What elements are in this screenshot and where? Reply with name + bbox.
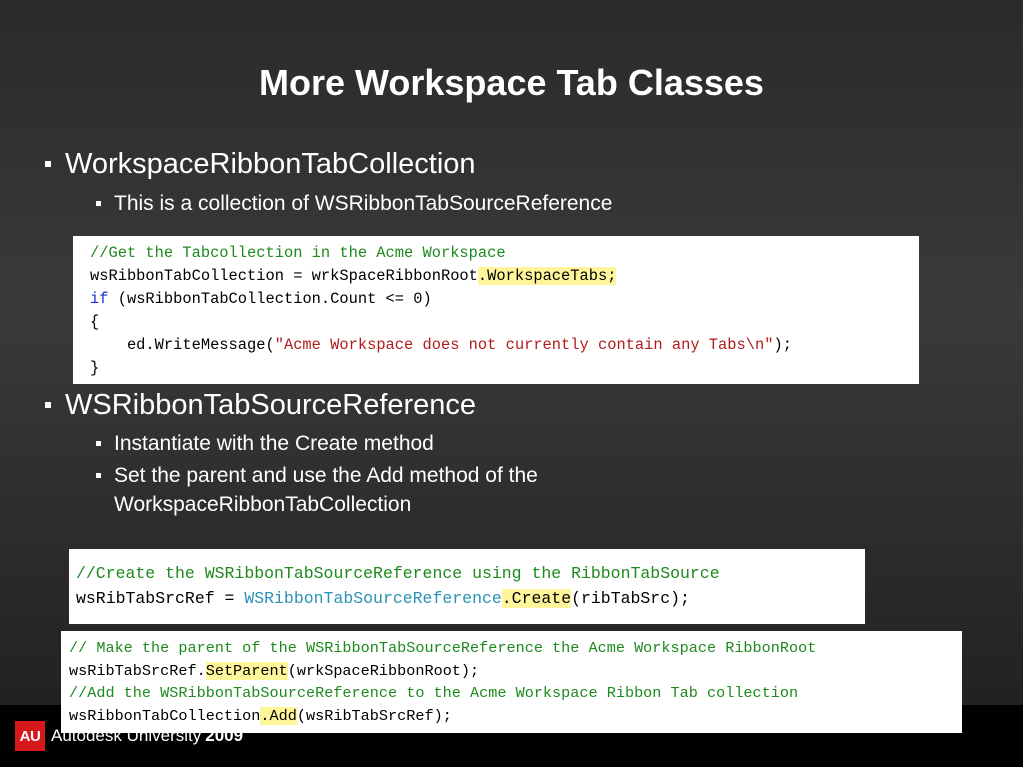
code-token: ); xyxy=(773,336,792,354)
sub-bullet-set-parent: Set the parent and use the Add method of… xyxy=(96,461,538,519)
bullet-workspace-ribbon-tab-collection: WorkspaceRibbonTabCollection xyxy=(45,148,476,181)
sub-bullet-instantiate: Instantiate with the Create method xyxy=(96,429,434,458)
code-token-highlight: .WorkspaceTabs; xyxy=(477,267,617,285)
code-line: ed.WriteMessage("Acme Workspace does not… xyxy=(90,334,919,357)
code-snippet-get-tab-collection: //Get the Tabcollection in the Acme Work… xyxy=(73,236,919,384)
code-token: (ribTabSrc); xyxy=(571,589,690,608)
bullet-text-line: Set the parent and use the Add method of… xyxy=(114,464,538,487)
sub-bullet-collection-description: This is a collection of WSRibbonTabSourc… xyxy=(96,189,612,218)
code-line: { xyxy=(90,313,100,331)
code-token: wsRibTabSrcRef. xyxy=(69,661,206,680)
bullet-text-line: WorkspaceRibbonTabCollection xyxy=(114,493,412,516)
bullet-text: Set the parent and use the Add method of… xyxy=(114,461,538,519)
code-snippet-create-reference: //Create the WSRibbonTabSourceReference … xyxy=(69,549,865,624)
code-token: (wrkSpaceRibbonRoot); xyxy=(287,661,480,680)
code-line: wsRibbonTabCollection.Add(wsRibTabSrcRef… xyxy=(69,705,962,728)
bullet-marker xyxy=(45,402,51,408)
code-line: wsRibTabSrcRef = WSRibbonTabSourceRefere… xyxy=(76,586,865,611)
footer-brand-name: Autodesk University xyxy=(51,726,202,745)
code-line: //Get the Tabcollection in the Acme Work… xyxy=(90,244,506,262)
bullet-text: WSRibbonTabSourceReference xyxy=(65,389,477,421)
slide-title: More Workspace Tab Classes xyxy=(259,62,764,103)
footer-year: 2009 xyxy=(205,726,244,745)
autodesk-university-logo: AU xyxy=(15,721,45,751)
bullet-marker xyxy=(96,201,101,206)
bullet-marker xyxy=(96,441,101,446)
code-token: wsRibbonTabCollection = wrkSpaceRibbonRo… xyxy=(90,267,478,285)
bullet-ws-ribbon-tab-source-reference: WSRibbonTabSourceReference xyxy=(45,389,476,422)
bullet-marker xyxy=(96,473,101,478)
code-keyword: if xyxy=(90,290,109,308)
bullet-marker xyxy=(45,161,51,167)
code-line: wsRibbonTabCollection = wrkSpaceRibbonRo… xyxy=(90,265,919,288)
code-token-highlight: SetParent xyxy=(205,661,288,680)
code-token: wsRibTabSrcRef = xyxy=(76,589,245,608)
bullet-text: Instantiate with the Create method xyxy=(114,432,434,455)
code-token-highlight: .Add xyxy=(260,706,297,725)
code-line: } xyxy=(90,359,100,377)
code-line: // Make the parent of the WSRibbonTabSou… xyxy=(69,639,817,657)
code-string: "Acme Workspace does not currently conta… xyxy=(274,336,774,354)
code-token: (wsRibbonTabCollection.Count <= 0) xyxy=(108,290,432,308)
footer-brand: Autodesk University 2009 xyxy=(51,726,243,746)
code-snippet-set-parent-add: // Make the parent of the WSRibbonTabSou… xyxy=(61,631,962,733)
code-type: WSRibbonTabSourceReference xyxy=(244,589,502,608)
bullet-text: WorkspaceRibbonTabCollection xyxy=(65,148,476,180)
code-token: wsRibbonTabCollection xyxy=(69,706,261,725)
code-line: if (wsRibbonTabCollection.Count <= 0) xyxy=(90,288,919,311)
bullet-text: This is a collection of WSRibbonTabSourc… xyxy=(114,192,613,215)
code-token-highlight: .Create xyxy=(501,589,572,608)
code-line: //Create the WSRibbonTabSourceReference … xyxy=(76,564,720,583)
code-token: (wsRibTabSrcRef); xyxy=(296,706,452,725)
code-line: wsRibTabSrcRef.SetParent(wrkSpaceRibbonR… xyxy=(69,660,962,683)
code-token: ed.WriteMessage( xyxy=(90,336,275,354)
code-line: //Add the WSRibbonTabSourceReference to … xyxy=(69,684,799,703)
